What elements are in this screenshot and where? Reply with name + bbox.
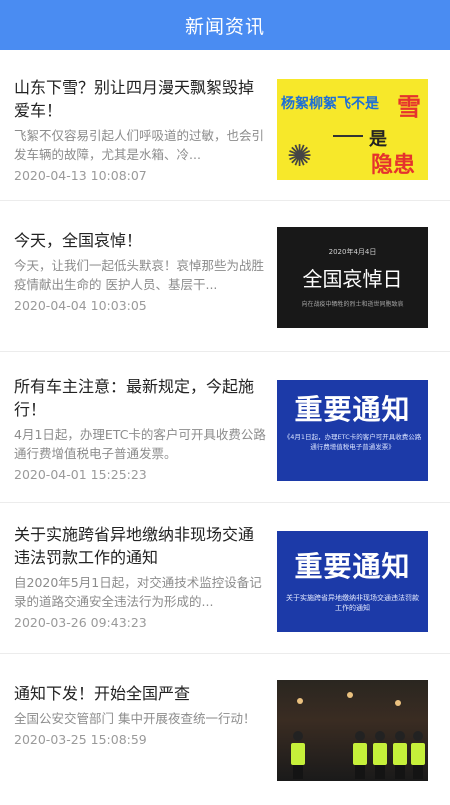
news-thumbnail[interactable]: 杨絮柳絮飞不是 雪 ✺ 是 隐患 [277,79,428,180]
news-item-text: 今天，全国哀悼！ 今天，让我们一起低头默哀！哀悼那些为战胜疫情献出生命的 医护人… [14,229,266,313]
news-date: 2020-03-26 09:43:23 [14,615,147,630]
news-item-text: 关于实施跨省异地缴纳非现场交通违法罚款工作的通知 自2020年5月1日起，对交通… [14,523,266,630]
officer-figure [293,731,303,741]
thumb-text: 2020年4月4日 [328,248,377,256]
app-header: 新闻资讯 [0,0,450,50]
news-item-text: 山东下雪？别让四月漫天飘絮毁掉爱车！ 飞絮不仅容易引起人们呼吸道的过敏，也会引发… [14,76,266,183]
news-title[interactable]: 山东下雪？别让四月漫天飘絮毁掉爱车！ [14,76,266,122]
news-title[interactable]: 所有车主注意：最新规定，今起施行！ [14,375,266,421]
news-thumbnail[interactable]: 2020年4月4日 全国哀悼日 向在战疫中牺牲的烈士和逝世同胞致哀 [277,227,428,328]
news-date: 2020-03-25 15:08:59 [14,732,147,747]
news-date: 2020-04-01 15:25:23 [14,467,147,482]
news-title[interactable]: 今天，全国哀悼！ [14,229,266,252]
news-item[interactable]: 所有车主注意：最新规定，今起施行！ 4月1日起，办理ETC卡的客户可开具收费公路… [0,352,450,503]
officer-figure [395,765,405,779]
news-item[interactable]: 通知下发！开始全国严查 全国公安交管部门 集中开展夜查统一行动！ 2020-03… [0,654,450,805]
thumb-text: 全国哀悼日 [302,267,403,291]
news-item-text: 通知下发！开始全国严查 全国公安交管部门 集中开展夜查统一行动！ 2020-03… [14,682,266,747]
officer-figure [393,743,407,765]
news-item[interactable]: 关于实施跨省异地缴纳非现场交通违法罚款工作的通知 自2020年5月1日起，对交通… [0,503,450,654]
news-title[interactable]: 关于实施跨省异地缴纳非现场交通违法罚款工作的通知 [14,523,266,569]
news-thumbnail[interactable]: 重要通知 关于实施跨省异地缴纳非现场交通违法罚款工作的通知 [277,531,428,632]
street-light [347,692,353,698]
thumb-text: 隐患 [371,153,416,178]
news-item[interactable]: 今天，全国哀悼！ 今天，让我们一起低头默哀！哀悼那些为战胜疫情献出生命的 医护人… [0,201,450,352]
street-light [297,698,303,704]
page-title: 新闻资讯 [184,15,265,38]
officer-figure [413,765,423,779]
thumb-text: 重要通知 [294,393,411,426]
officer-figure [375,765,385,779]
news-summary: 自2020年5月1日起，对交通技术监控设备记录的道路交通安全违法行为形成的... [14,575,262,609]
thumb-text: 向在战疫中牺牲的烈士和逝世同胞致哀 [301,301,404,308]
news-thumbnail[interactable] [277,680,428,781]
thumb-text: 杨絮柳絮飞不是 [281,96,379,112]
officer-figure [411,743,425,765]
news-title[interactable]: 通知下发！开始全国严查 [14,682,266,705]
news-summary: 今天，让我们一起低头默哀！哀悼那些为战胜疫情献出生命的 医护人员、基层干... [14,258,265,292]
thumb-text: 重要通知 [294,550,411,583]
news-summary: 4月1日起，办理ETC卡的客户可开具收费公路通行费增值税电子普通发票。 [14,427,266,461]
news-thumbnail[interactable]: 重要通知 《4月1日起，办理ETC卡的客户可开具收费公路通行费增值税电子普通发票… [277,380,428,481]
officer-figure [375,731,385,741]
street-light [395,700,401,706]
officer-figure [355,765,365,779]
news-list: 山东下雪？别让四月漫天飘絮毁掉爱车！ 飞絮不仅容易引起人们呼吸道的过敏，也会引发… [0,50,450,805]
dash-divider [333,135,363,137]
officer-figure [291,743,305,765]
dandelion-icon: ✺ [287,139,313,174]
officer-figure [373,743,387,765]
officer-figure [355,731,365,741]
officer-figure [353,743,367,765]
news-item-text: 所有车主注意：最新规定，今起施行！ 4月1日起，办理ETC卡的客户可开具收费公路… [14,375,266,482]
news-summary: 飞絮不仅容易引起人们呼吸道的过敏，也会引发车辆的故障，尤其是水箱、冷... [14,128,265,162]
news-item[interactable]: 山东下雪？别让四月漫天飘絮毁掉爱车！ 飞絮不仅容易引起人们呼吸道的过敏，也会引发… [0,50,450,201]
news-date: 2020-04-13 10:08:07 [14,168,147,183]
news-summary: 全国公安交管部门 集中开展夜查统一行动！ [14,711,256,726]
officer-figure [293,765,303,779]
officer-figure [413,731,423,741]
thumb-text: 《4月1日起，办理ETC卡的客户可开具收费公路通行费增值税电子普通发票》 [283,433,422,451]
thumb-text: 关于实施跨省异地缴纳非现场交通违法罚款工作的通知 [286,594,419,612]
news-date: 2020-04-04 10:03:05 [14,298,147,313]
officer-figure [395,731,405,741]
thumb-text: 雪 [397,93,421,121]
